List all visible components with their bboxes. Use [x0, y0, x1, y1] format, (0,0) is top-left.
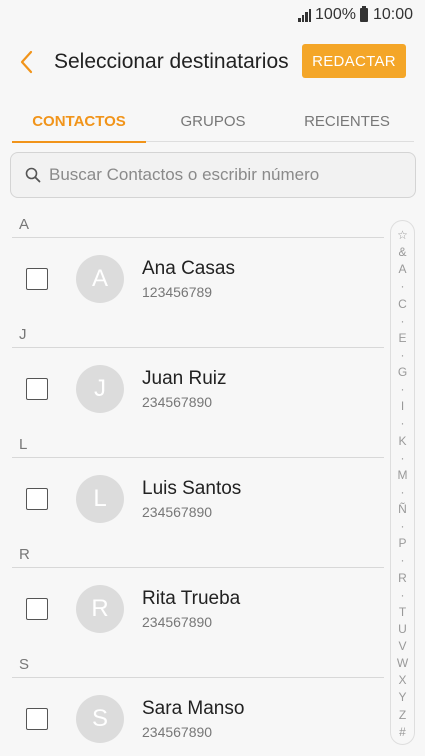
index-letter[interactable]: Z: [399, 709, 406, 721]
contact-list: A A Ana Casas 123456789 J J Juan Ruiz 23…: [0, 212, 384, 756]
index-letter[interactable]: &: [398, 246, 406, 258]
index-letter[interactable]: ·: [401, 349, 405, 361]
avatar: R: [76, 585, 124, 633]
index-letter[interactable]: A: [398, 263, 406, 275]
tab-bar: CONTACTOS GRUPOS RECIENTES: [12, 100, 414, 143]
contact-name: Juan Ruiz: [142, 368, 227, 389]
page-title: Seleccionar destinatarios: [54, 50, 289, 73]
contact-number: 123456789: [142, 284, 213, 300]
contact-number: 234567890: [142, 504, 213, 520]
search-icon: [25, 167, 41, 183]
chevron-left-icon: [20, 50, 33, 74]
index-letter[interactable]: ·: [401, 452, 405, 464]
index-letter[interactable]: T: [399, 606, 406, 618]
signal-icon: [298, 8, 312, 22]
search-bar[interactable]: [10, 152, 416, 198]
contact-checkbox[interactable]: [26, 488, 48, 510]
contact-row[interactable]: A Ana Casas 123456789: [0, 238, 384, 322]
avatar: S: [76, 695, 124, 743]
status-indicators: 100% 10:00: [298, 6, 413, 24]
section-header: R: [12, 542, 384, 568]
index-letter[interactable]: P: [398, 537, 406, 549]
contact-number: 234567890: [142, 394, 213, 410]
section-header: A: [12, 212, 384, 238]
compose-button[interactable]: REDACTAR: [302, 44, 406, 78]
index-letter[interactable]: X: [398, 674, 406, 686]
index-letter[interactable]: ·: [401, 315, 405, 327]
contact-checkbox[interactable]: [26, 378, 48, 400]
index-letter[interactable]: V: [398, 640, 406, 652]
index-letter[interactable]: I: [401, 400, 404, 412]
section-header: J: [12, 322, 384, 348]
contact-checkbox[interactable]: [26, 268, 48, 290]
index-letter[interactable]: ·: [401, 589, 405, 601]
app-bar: Seleccionar destinatarios REDACTAR: [0, 40, 425, 84]
battery-icon: [359, 6, 368, 22]
search-input[interactable]: [49, 165, 389, 185]
contact-row[interactable]: J Juan Ruiz 234567890: [0, 348, 384, 432]
index-letter[interactable]: E: [398, 332, 406, 344]
index-letter[interactable]: #: [399, 726, 406, 738]
tab-groups[interactable]: GRUPOS: [146, 100, 280, 142]
index-letter[interactable]: U: [398, 623, 407, 635]
index-letter[interactable]: ·: [401, 486, 405, 498]
clock: 10:00: [372, 6, 413, 23]
index-letter[interactable]: Ñ: [398, 503, 407, 515]
battery-percentage: 100%: [315, 6, 356, 23]
contact-name: Rita Trueba: [142, 588, 241, 609]
contact-name: Sara Manso: [142, 698, 245, 719]
index-letter[interactable]: ·: [401, 554, 405, 566]
back-button[interactable]: [14, 48, 40, 76]
index-letter[interactable]: C: [398, 298, 407, 310]
avatar: L: [76, 475, 124, 523]
index-letter[interactable]: ·: [401, 280, 405, 292]
index-letter[interactable]: ☆: [397, 229, 408, 241]
tab-contacts[interactable]: CONTACTOS: [12, 100, 146, 143]
avatar: J: [76, 365, 124, 413]
index-letter[interactable]: ·: [401, 417, 405, 429]
alphabet-index-bar[interactable]: ☆ & A · C · E · G · I · K · M · Ñ · P · R · T U V W X Y Z #: [390, 220, 415, 745]
status-bar: 100% 10:00: [0, 0, 425, 30]
contact-checkbox[interactable]: [26, 598, 48, 620]
contact-name: Luis Santos: [142, 478, 242, 499]
section-header: S: [12, 652, 384, 678]
contact-number: 234567890: [142, 724, 213, 740]
contact-checkbox[interactable]: [26, 708, 48, 730]
index-letter[interactable]: ·: [401, 520, 405, 532]
section-header: L: [12, 432, 384, 458]
index-letter[interactable]: K: [398, 435, 406, 447]
index-letter[interactable]: W: [397, 657, 408, 669]
index-letter[interactable]: M: [398, 469, 408, 481]
tab-recent[interactable]: RECIENTES: [280, 100, 414, 142]
contact-row[interactable]: R Rita Trueba 234567890: [0, 568, 384, 652]
contact-row[interactable]: L Luis Santos 234567890: [0, 458, 384, 542]
index-letter[interactable]: ·: [401, 383, 405, 395]
contact-number: 234567890: [142, 614, 213, 630]
avatar: A: [76, 255, 124, 303]
index-letter[interactable]: G: [398, 366, 407, 378]
contact-row[interactable]: S Sara Manso 234567890: [0, 678, 384, 756]
index-letter[interactable]: R: [398, 572, 407, 584]
contact-name: Ana Casas: [142, 258, 235, 279]
index-letter[interactable]: Y: [398, 691, 406, 703]
